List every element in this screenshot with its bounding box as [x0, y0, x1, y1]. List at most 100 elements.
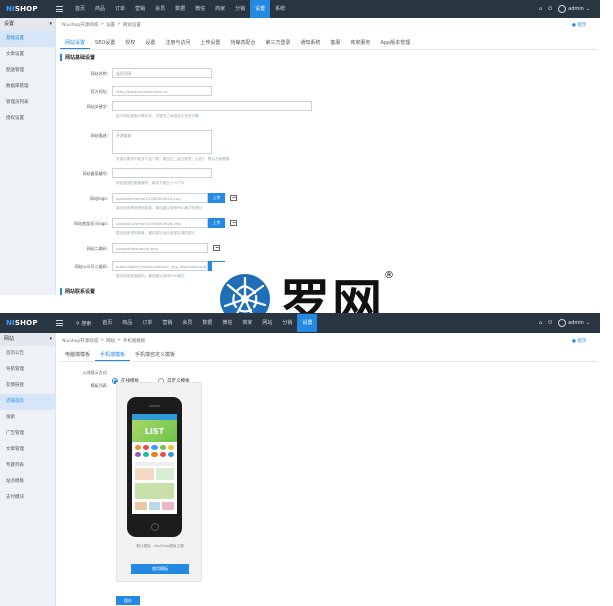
sidebar-item[interactable]: 首页公告 — [0, 346, 55, 362]
nav-item[interactable]: 分销 — [277, 314, 297, 332]
main-nav: 首页 商品 订单 营销 会员 数据 微信 商家 分销 设置 系统 — [70, 0, 290, 18]
sidebar-item[interactable]: 店铺首页 — [0, 394, 55, 410]
home-icon[interactable]: ⌂ — [539, 6, 542, 12]
image-preview-icon[interactable] — [213, 245, 220, 251]
sidebar-item[interactable]: 基础设置 — [0, 31, 55, 47]
field-input[interactable]: 或用官网 — [112, 68, 212, 78]
sidebar-item[interactable]: 支付模块 — [0, 490, 55, 506]
tab[interactable]: 伪静态配合 — [225, 38, 260, 49]
tab[interactable]: 上传设置 — [195, 38, 225, 49]
nav-item[interactable]: 营销 — [157, 314, 177, 332]
image-preview-icon[interactable] — [230, 195, 237, 201]
power-icon-2[interactable]: ⏻ — [548, 320, 552, 326]
nav-item[interactable]: 网站 — [257, 314, 277, 332]
nav-item[interactable]: 微信 — [217, 314, 237, 332]
sidebar-title-2: 网站 ▾ — [0, 333, 55, 346]
sidebar-item[interactable]: 管理员列表 — [0, 95, 55, 111]
tab[interactable]: 客服 — [325, 38, 345, 49]
field-label: 网站关键字: — [86, 104, 108, 109]
tab[interactable]: 设置 — [140, 38, 160, 49]
upload-button[interactable]: 上传 — [208, 193, 225, 203]
nav-item[interactable]: 商品 — [117, 314, 137, 332]
field-input[interactable]: public/static/images/default_img_wxpicod… — [112, 261, 208, 271]
tab[interactable]: SEO设置 — [90, 38, 120, 49]
nav-item[interactable]: 设置 — [297, 314, 318, 332]
help-link[interactable]: ● 提示 — [572, 22, 586, 28]
tab[interactable]: 商家服务 — [345, 38, 375, 49]
field-input[interactable] — [112, 101, 312, 111]
logo: NISHOP — [6, 5, 38, 13]
nav-item[interactable]: 订单 — [137, 314, 157, 332]
form-row: 网站描述: 开源商城 — [62, 130, 212, 154]
section-title-contact: 网站联系设置 — [60, 288, 95, 295]
sidebar-item[interactable]: 文章设置 — [0, 47, 55, 63]
sidebar-item[interactable]: 授权设置 — [0, 111, 55, 127]
main-nav-2: 首页 商品 订单 营销 会员 数据 微信 商家 网站 分销 设置 — [97, 314, 318, 332]
field-input[interactable]: 开源商城 — [112, 130, 212, 154]
tab[interactable]: 手机端模板 — [95, 350, 131, 361]
sidebar-item[interactable]: 数据库管理 — [0, 79, 55, 95]
sidebar-item[interactable]: 搜索 — [0, 410, 55, 426]
image-preview-icon[interactable] — [230, 220, 237, 226]
field-input[interactable]: upload/qrcode/url.png — [112, 243, 208, 253]
menu-toggle-icon-2[interactable] — [52, 314, 66, 332]
sidebar-item[interactable]: 文章管理 — [0, 442, 55, 458]
nav-item[interactable]: 营销 — [130, 0, 150, 18]
nav-item[interactable]: 会员 — [177, 314, 197, 332]
top-bar: NISHOP 首页 商品 订单 营销 会员 数据 微信 商家 分销 设置 系统 ⌂ ⏻ admin … — [0, 0, 600, 18]
field-input[interactable] — [112, 168, 212, 178]
use-template-button[interactable]: 使用模板 — [131, 564, 189, 574]
form-row: 网站二维码: upload/qrcode/url.png — [62, 243, 220, 253]
nav-item[interactable]: 微信 — [190, 0, 210, 18]
template-card[interactable]: LIST 默认模板 - NiuShop模板主题 使用模板 — [116, 382, 202, 582]
power-icon[interactable]: ⏻ — [548, 6, 552, 12]
nav-item[interactable]: 数据 — [197, 314, 217, 332]
tab[interactable]: 第三方登录 — [260, 38, 295, 49]
nav-item[interactable]: 首页 — [97, 314, 117, 332]
upload-button[interactable]: 上传 — [208, 218, 225, 228]
nav-item[interactable]: 会员 — [150, 0, 170, 18]
breadcrumb: Niushop开源商城 > 设置 > 网站设置 — [62, 22, 141, 28]
nav-item[interactable]: 订单 — [110, 0, 130, 18]
nav-item[interactable]: 系统 — [270, 0, 290, 18]
help-link-2[interactable]: ● 提示 — [572, 338, 586, 344]
field-input[interactable]: upload/common/1506004926.png — [112, 218, 208, 228]
tab[interactable]: 通知系统 — [295, 38, 325, 49]
tab[interactable]: 授权 — [120, 38, 140, 49]
avatar-2 — [558, 319, 567, 327]
form-row: 网站logo: upload/common/1506004924.png 上传 — [62, 193, 237, 203]
home-icon-2[interactable]: ⌂ — [539, 320, 542, 326]
tab[interactable]: 手机端自定义模板 — [130, 350, 180, 361]
nav-item[interactable]: 商家 — [237, 314, 257, 332]
sidebar-item[interactable]: 配送管理 — [0, 63, 55, 79]
tab[interactable]: 网站设置 — [60, 38, 91, 49]
user-menu-2[interactable]: admin ⌄ — [558, 319, 590, 327]
template-tabs: 电脑端模板 手机端模板 手机端自定义模板 — [60, 350, 598, 362]
nav-item[interactable]: 商品 — [90, 0, 110, 18]
field-hint: 建议使用宽高相同，最佳建议使用PNG格式 — [116, 274, 185, 278]
sidebar-item[interactable]: 友情链接 — [0, 378, 55, 394]
tab[interactable]: 注册与访问 — [160, 38, 195, 49]
search-button[interactable]: ⚲ 搜索 — [70, 320, 97, 327]
sidebar-item[interactable]: 站点模板 — [0, 474, 55, 490]
sidebar: 设置 ▾ 基础设置 文章设置 配送管理 数据库管理 管理员列表 授权设置 — [0, 18, 56, 295]
menu-toggle-icon[interactable] — [52, 0, 66, 18]
sidebar-item[interactable]: 广告管理 — [0, 426, 55, 442]
field-input[interactable]: upload/common/1506004924.png — [112, 193, 208, 203]
field-label: 官方网址: — [90, 89, 108, 94]
save-button[interactable]: 保存 — [116, 596, 140, 605]
sidebar-item[interactable]: 导航管理 — [0, 362, 55, 378]
nav-item[interactable]: 数据 — [170, 0, 190, 18]
field-hint: 用于网站搜索引擎优化，关键字之间用英文逗号分隔 — [116, 114, 199, 118]
field-input[interactable]: http://www.niushop.com.cn — [112, 86, 212, 96]
tab[interactable]: App版本管理 — [375, 38, 415, 49]
nav-item[interactable]: 分销 — [230, 0, 250, 18]
tab[interactable]: 电脑端模板 — [60, 350, 95, 361]
nav-item[interactable]: 首页 — [70, 0, 90, 18]
field-hint: 关键字要求不能多于这个数，建议在二级分类里，比如?，等后方面需要 — [116, 157, 230, 161]
nav-item[interactable]: 商家 — [210, 0, 230, 18]
sidebar-item[interactable]: 专题列表 — [0, 458, 55, 474]
user-menu[interactable]: admin ⌄ — [558, 5, 590, 13]
nav-item[interactable]: 设置 — [250, 0, 271, 18]
form-row: 网站公众号二维码: public/static/images/default_im… — [62, 261, 237, 271]
